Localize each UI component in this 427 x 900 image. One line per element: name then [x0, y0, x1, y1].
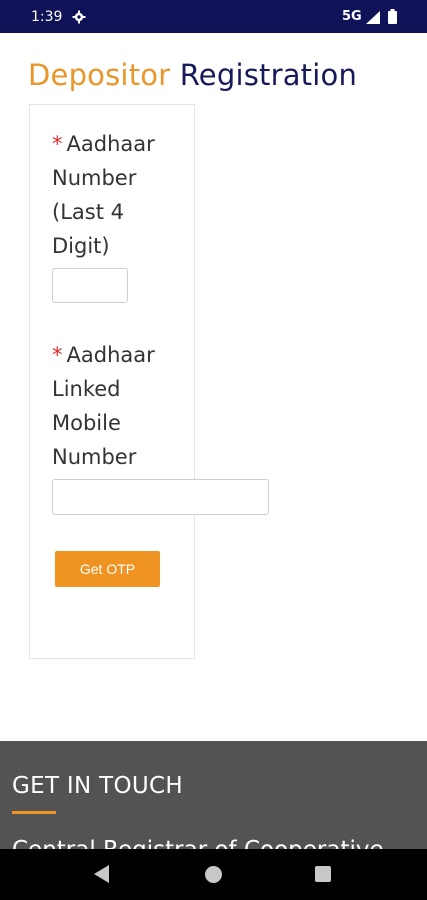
aadhaar-last4-label-line4: Digit): [52, 234, 110, 258]
footer-heading-underline: [12, 811, 56, 814]
mobile-number-input[interactable]: [52, 479, 269, 515]
gear-icon: [72, 10, 86, 24]
mobile-label-line4: Number: [52, 445, 137, 469]
back-icon[interactable]: [94, 865, 110, 883]
aadhaar-last4-label: * Aadhaar Number (Last 4 Digit): [52, 127, 155, 263]
required-marker: *: [52, 132, 63, 156]
aadhaar-last4-label-line3: (Last 4: [52, 200, 124, 224]
aadhaar-last4-label-line1: Aadhaar: [66, 132, 155, 156]
page-title-depositor: Depositor: [28, 58, 171, 92]
page-title: Depositor Registration: [28, 58, 357, 92]
navigation-bar: [0, 849, 427, 900]
footer: GET IN TOUCH Central Registrar of Cooper…: [0, 741, 427, 849]
battery-icon: [388, 9, 397, 24]
mobile-label-line2: Linked: [52, 377, 121, 401]
mobile-label-line1: Aadhaar: [66, 343, 155, 367]
aadhaar-last4-input[interactable]: [52, 268, 128, 303]
home-icon[interactable]: [205, 866, 222, 883]
get-otp-button[interactable]: Get OTP: [55, 551, 160, 587]
aadhaar-last4-label-line2: Number: [52, 166, 137, 190]
required-marker: *: [52, 343, 63, 367]
recents-icon[interactable]: [315, 866, 331, 882]
mobile-label-line3: Mobile: [52, 411, 121, 435]
status-time: 1:39: [31, 9, 63, 25]
page-title-registration: Registration: [179, 58, 358, 92]
network-type: 5G: [342, 9, 362, 24]
status-bar: 1:39 5G: [0, 0, 427, 33]
signal-icon: [366, 11, 380, 24]
mobile-number-label: * Aadhaar Linked Mobile Number: [52, 338, 155, 474]
footer-heading: GET IN TOUCH: [12, 773, 183, 799]
footer-org-name: Central Registrar of Cooperative: [12, 837, 384, 849]
